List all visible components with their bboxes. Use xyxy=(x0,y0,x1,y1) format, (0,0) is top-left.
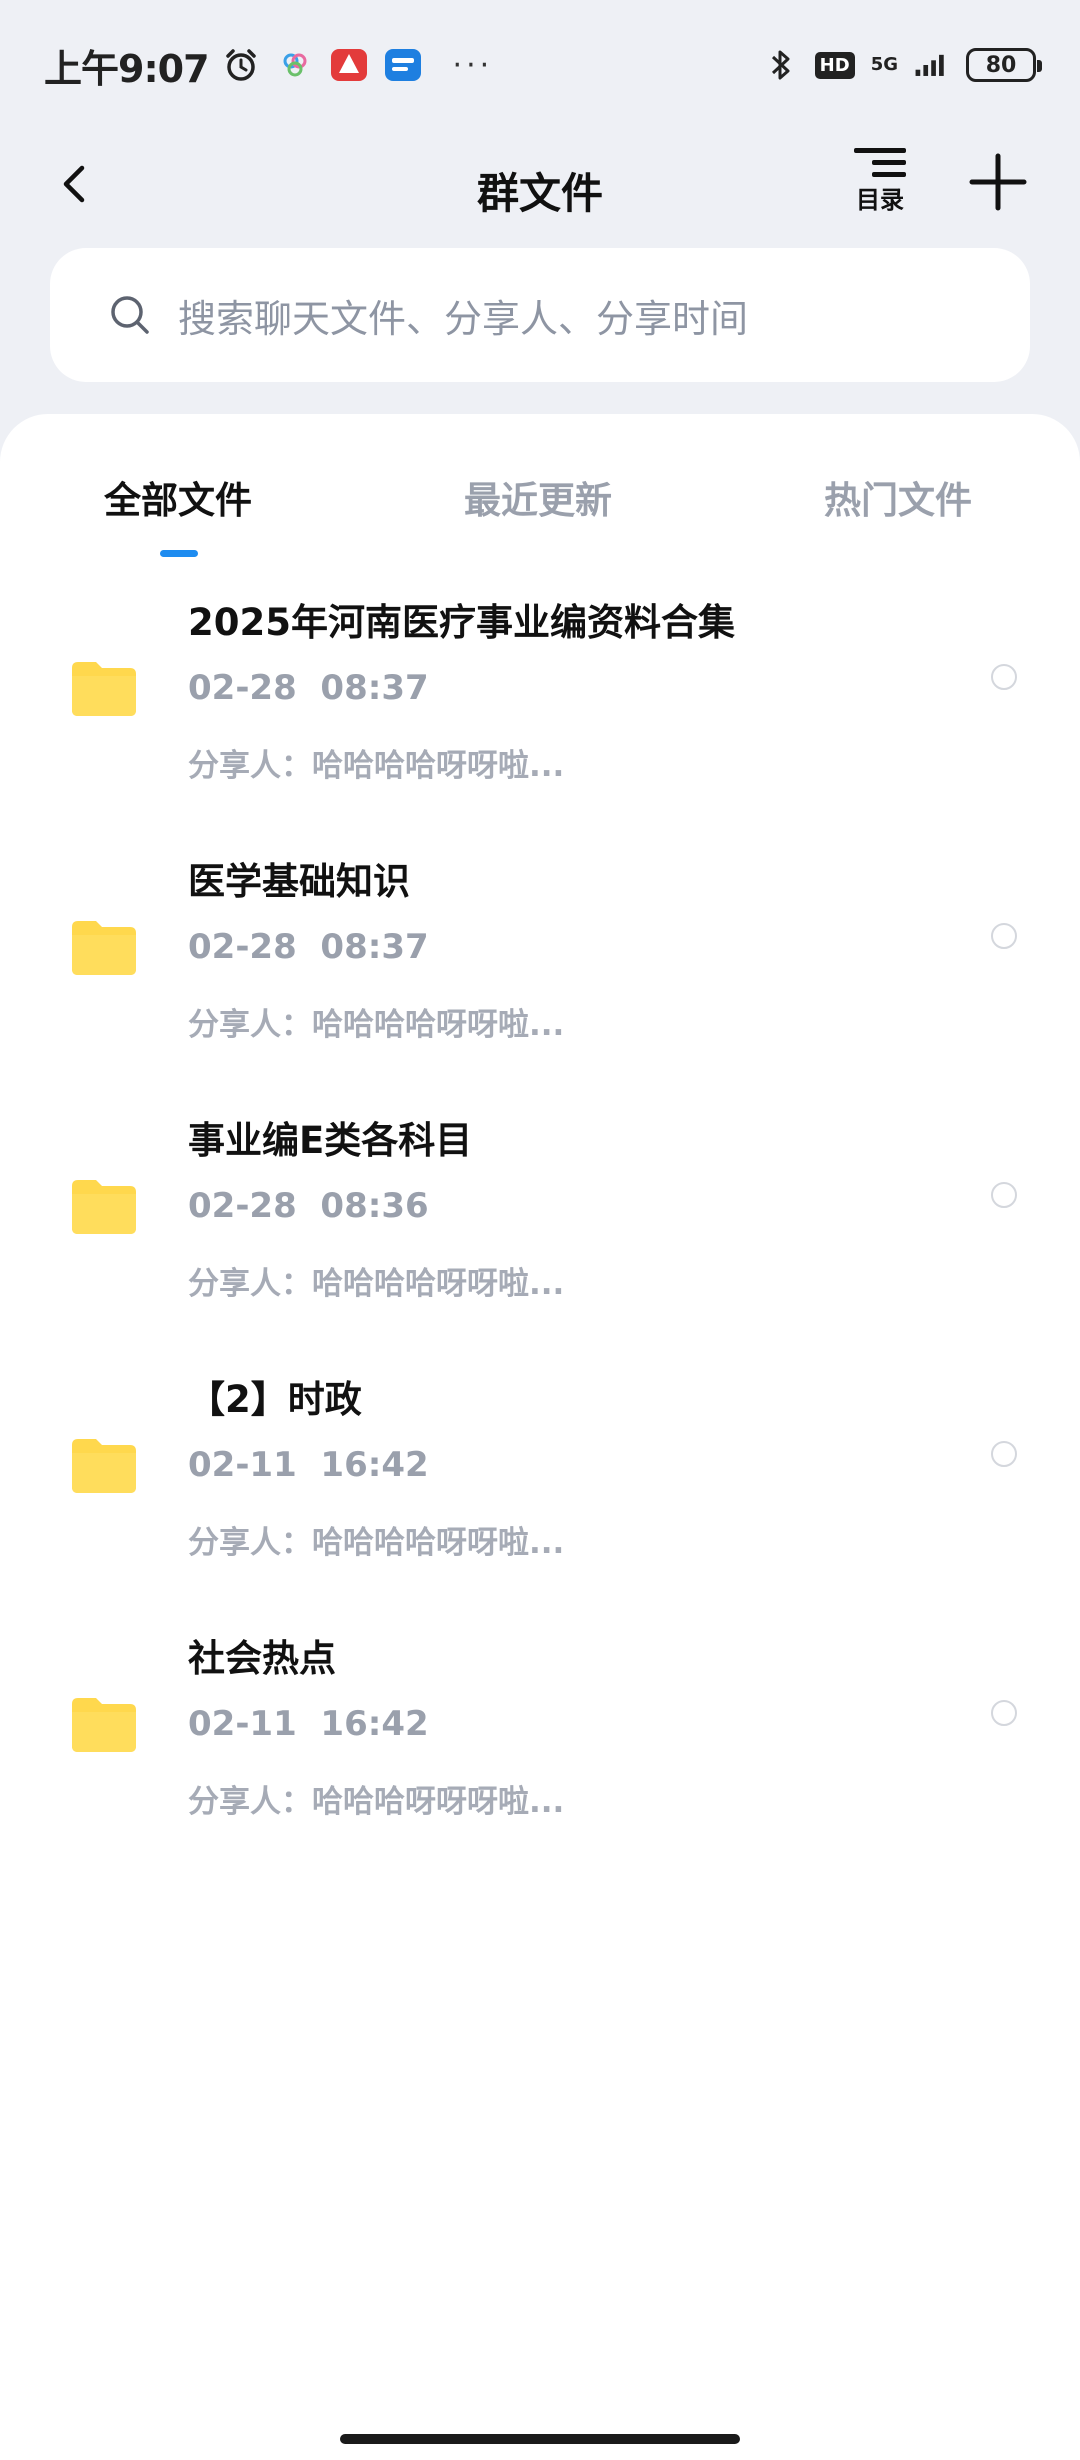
folder-icon xyxy=(72,662,136,716)
app-notification-icon xyxy=(277,47,313,83)
file-row[interactable]: 医学基础知识 02-28 08:37 分享人：哈哈哈哈呀呀啦... xyxy=(0,821,1080,1080)
folder-icon xyxy=(72,1698,136,1752)
select-radio[interactable] xyxy=(991,664,1017,690)
select-radio[interactable] xyxy=(991,1700,1017,1726)
tab-hot-files[interactable]: 热门文件 xyxy=(824,470,972,524)
file-date: 02-28 08:37 xyxy=(188,668,429,708)
page-title: 群文件 xyxy=(476,169,603,218)
status-bar: 上午9:07 ··· HD 5G 80 xyxy=(0,0,1080,130)
file-row[interactable]: 【2】时政 02-11 16:42 分享人：哈哈哈哈呀呀啦... xyxy=(0,1339,1080,1598)
file-name: 事业编E类各科目 xyxy=(188,1119,473,1162)
tab-bar: 全部文件 最近更新 热门文件 xyxy=(0,450,1080,557)
file-row[interactable]: 2025年河南医疗事业编资料合集 02-28 08:37 分享人：哈哈哈哈呀呀啦… xyxy=(0,562,1080,821)
file-date: 02-28 08:37 xyxy=(188,927,429,967)
file-date: 02-11 16:42 xyxy=(188,1445,429,1485)
network-type: 5G xyxy=(870,54,898,75)
select-radio[interactable] xyxy=(991,1441,1017,1467)
folder-icon xyxy=(72,921,136,975)
more-notifications: ··· xyxy=(452,47,494,83)
tab-all-files[interactable]: 全部文件 xyxy=(104,470,252,524)
folder-icon xyxy=(72,1439,136,1493)
system-status: HD 5G 80 xyxy=(763,47,1042,83)
plus-icon xyxy=(969,153,1027,211)
alarm-icon xyxy=(223,47,259,83)
file-sharer: 分享人：哈哈哈哈呀呀啦... xyxy=(188,1266,565,1302)
file-list: 2025年河南医疗事业编资料合集 02-28 08:37 分享人：哈哈哈哈呀呀啦… xyxy=(0,562,1080,1857)
battery-indicator: 80 xyxy=(966,48,1042,82)
file-name: 医学基础知识 xyxy=(188,860,410,903)
file-sharer: 分享人：哈哈哈呀呀呀啦... xyxy=(188,1784,565,1820)
folder-icon xyxy=(72,1180,136,1234)
add-button[interactable] xyxy=(966,150,1030,214)
toc-label: 目录 xyxy=(856,186,904,214)
tab-recent-updates[interactable]: 最近更新 xyxy=(464,470,612,524)
blue-app-icon xyxy=(384,47,421,83)
file-name: 社会热点 xyxy=(188,1637,336,1680)
file-panel: 全部文件 最近更新 热门文件 2025年河南医疗事业编资料合集 02-28 08… xyxy=(0,414,1080,2460)
select-radio[interactable] xyxy=(991,1182,1017,1208)
bluetooth-icon xyxy=(763,47,799,83)
search-placeholder: 搜索聊天文件、分享人、分享时间 xyxy=(178,296,749,341)
toc-button[interactable]: 目录 xyxy=(848,146,912,226)
search-icon xyxy=(111,296,149,334)
signal-icon xyxy=(914,47,950,83)
hd-badge: HD xyxy=(814,51,855,79)
file-sharer: 分享人：哈哈哈哈呀呀啦... xyxy=(188,748,565,784)
notification-icons: ··· xyxy=(223,47,494,83)
file-date: 02-11 16:42 xyxy=(188,1704,429,1744)
list-icon xyxy=(854,148,906,177)
file-name: 2025年河南医疗事业编资料合集 xyxy=(188,601,735,644)
select-radio[interactable] xyxy=(991,923,1017,949)
status-time: 上午9:07 xyxy=(44,46,210,91)
red-app-icon xyxy=(330,47,367,83)
search-input[interactable]: 搜索聊天文件、分享人、分享时间 xyxy=(50,248,1030,382)
file-sharer: 分享人：哈哈哈哈呀呀啦... xyxy=(188,1525,565,1561)
file-name: 【2】时政 xyxy=(188,1378,362,1421)
file-sharer: 分享人：哈哈哈哈呀呀啦... xyxy=(188,1007,565,1043)
navigation-bar: 群文件 目录 xyxy=(0,130,1080,240)
active-tab-indicator xyxy=(160,550,198,557)
home-indicator[interactable] xyxy=(340,2434,740,2444)
file-row[interactable]: 社会热点 02-11 16:42 分享人：哈哈哈呀呀呀啦... xyxy=(0,1598,1080,1857)
file-date: 02-28 08:36 xyxy=(188,1186,429,1226)
file-row[interactable]: 事业编E类各科目 02-28 08:36 分享人：哈哈哈哈呀呀啦... xyxy=(0,1080,1080,1339)
